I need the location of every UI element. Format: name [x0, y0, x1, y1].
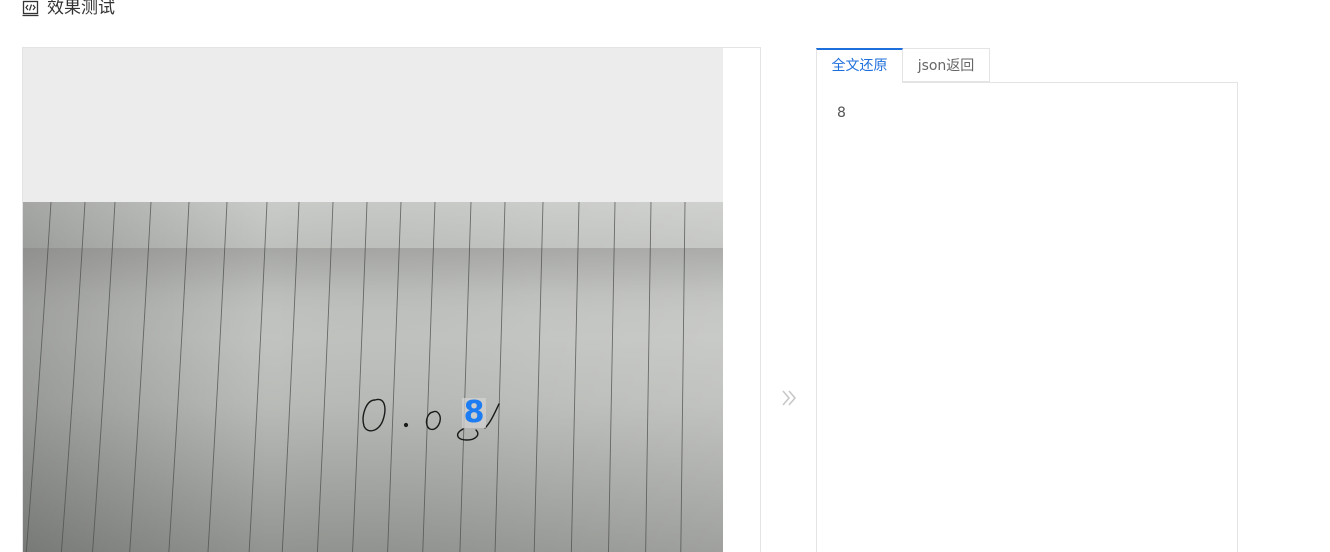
- page-title: 效果测试: [47, 0, 115, 17]
- image-preview-panel: 8: [22, 47, 761, 552]
- double-chevron-right-icon: [782, 390, 797, 406]
- result-panel: 全文还原 json返回 8: [816, 48, 1238, 552]
- recognized-text: 8: [837, 105, 846, 121]
- code-icon: [22, 0, 39, 16]
- uploaded-image: 8: [23, 48, 723, 552]
- page: 效果测试 8 全文还原 json返回 8: [0, 0, 1330, 552]
- tab-json[interactable]: json返回: [903, 48, 990, 82]
- section-header: 效果测试: [22, 0, 115, 22]
- ocr-highlight-box: 8: [462, 395, 486, 430]
- tab-full-text[interactable]: 全文还原: [816, 48, 903, 83]
- result-content-area: 8: [816, 82, 1238, 552]
- result-tabs: 全文还原 json返回: [816, 48, 990, 83]
- notebook-photo: [23, 48, 723, 552]
